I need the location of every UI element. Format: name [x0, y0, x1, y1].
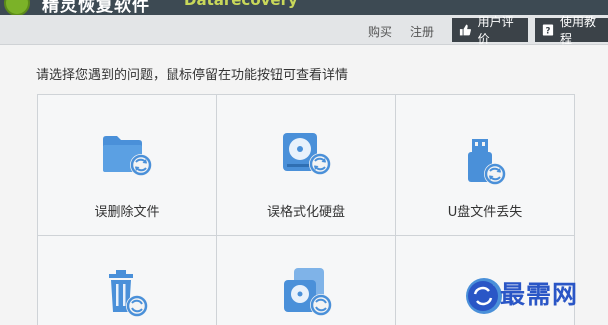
recycle-bin-recover-icon: [109, 270, 148, 317]
help-book-icon: ?: [542, 24, 554, 36]
watermark: 最需网: [466, 275, 606, 317]
tutorial-label: 使用教程: [559, 15, 596, 46]
svg-text:?: ?: [546, 26, 551, 36]
folder-recover-icon: [103, 136, 152, 176]
option-formatted-disk[interactable]: 误格式化硬盘: [217, 95, 396, 236]
partition-recover-icon: [284, 268, 332, 316]
app-subtitle: Datarecovery: [184, 0, 298, 9]
watermark-logo-icon: [468, 281, 498, 311]
option-label: 误删除文件: [94, 205, 160, 220]
register-link[interactable]: 注册: [410, 23, 434, 40]
user-review-button[interactable]: 用户评价: [452, 15, 528, 46]
option-label: U盘文件丢失: [447, 205, 523, 220]
app-title: 精灵恢复软件: [42, 0, 150, 15]
option-partition[interactable]: [217, 236, 396, 325]
option-label: 误格式化硬盘: [266, 205, 345, 220]
watermark-text: 最需网: [500, 280, 579, 309]
user-review-label: 用户评价: [477, 15, 514, 46]
tutorial-button[interactable]: ? 使用教程: [535, 15, 608, 46]
buy-link[interactable]: 购买: [368, 23, 392, 40]
thumbs-up-icon: [459, 24, 471, 36]
app-logo: [4, 0, 30, 15]
instruction-text: 请选择您遇到的问题，鼠标停留在功能按钮可查看详情: [36, 68, 349, 83]
option-recycle-bin[interactable]: [38, 236, 217, 325]
top-toolbar: 购买 注册 用户评价 ? 使用教程: [0, 15, 608, 46]
harddisk-recover-icon: [283, 133, 331, 175]
option-usb-files[interactable]: U盘文件丢失: [396, 95, 575, 236]
option-deleted-files[interactable]: 误删除文件: [38, 95, 217, 236]
usb-recover-icon: [468, 139, 506, 185]
